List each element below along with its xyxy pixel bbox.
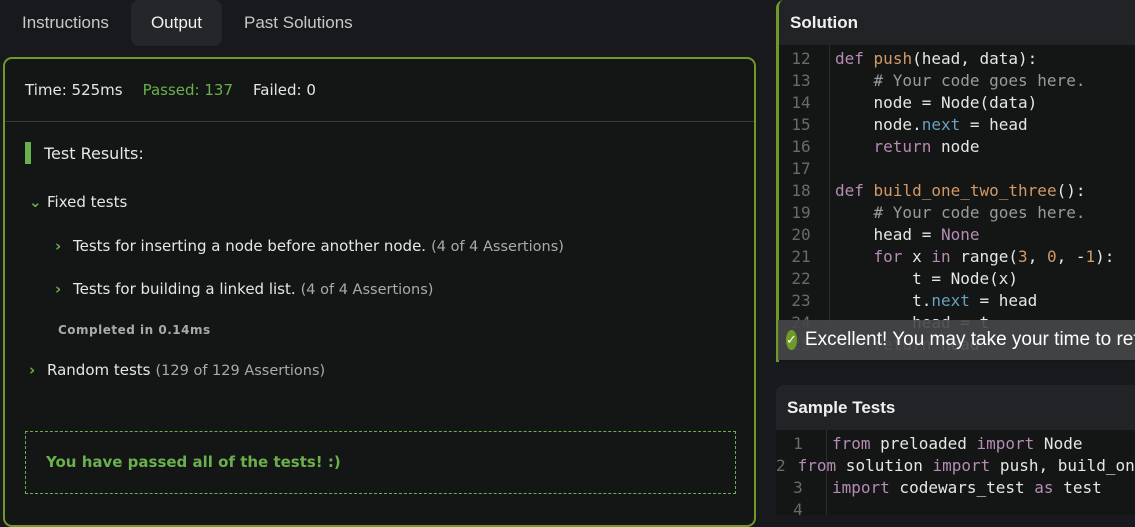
line-number: 20 [791, 225, 811, 244]
line-number: 4 [793, 500, 803, 515]
sample-tests-panel: Sample Tests 1 from preloaded import Node… [776, 385, 1135, 515]
code-text: head = None [835, 225, 980, 244]
assertion-count: (4 of 4 Assertions) [431, 239, 564, 255]
failed-stat: Failed: 0 [253, 81, 316, 99]
random-tests-group[interactable]: › Random tests (129 of 129 Assertions) [29, 361, 325, 379]
success-toast: ✓ Excellent! You may take your time to r… [778, 320, 1135, 360]
chevron-down-icon: ⌄ [29, 193, 42, 211]
fixed-tests-group[interactable]: ⌄ Fixed tests [29, 193, 127, 211]
passed-stat: Passed: 137 [142, 81, 233, 99]
sample-tests-editor[interactable]: 1 from preloaded import Node 2 from solutio… [776, 430, 1135, 515]
code-text: for x in range(3, 0, -1): [873, 247, 1115, 266]
code-text: node = Node(data) [835, 93, 1038, 112]
tab-output[interactable]: Output [130, 0, 222, 46]
line-number: 22 [791, 269, 811, 288]
solution-title: Solution [779, 0, 1135, 45]
stats-bar: Time: 525ms Passed: 137 Failed: 0 [5, 59, 754, 122]
code-line: 12 def push(head, data): [779, 48, 1135, 70]
assertion-count: (4 of 4 Assertions) [300, 282, 434, 298]
code-line: 14 node = Node(data) [779, 92, 1135, 114]
sample-tests-title: Sample Tests [776, 385, 1135, 430]
chevron-right-icon: › [55, 237, 62, 255]
code-text: return node [873, 137, 980, 156]
random-tests-label: Random tests [47, 361, 151, 379]
code-line: 2 from solution import push, build_one_tw… [776, 455, 1135, 477]
line-number: 18 [791, 181, 811, 200]
line-number: 13 [791, 71, 811, 90]
assertion-count: (129 of 129 Assertions) [155, 363, 326, 379]
code-text: def build_one_two_three(): [835, 181, 1086, 200]
results-marker [25, 142, 31, 164]
code-line: 13 # Your code goes here. [779, 70, 1135, 92]
completed-time: Completed in 0.14ms [58, 323, 211, 337]
tab-bar: Instructions Output Past Solutions [0, 0, 373, 46]
line-number: 17 [791, 159, 811, 178]
results-title: Test Results: [44, 143, 144, 163]
code-text: node.next = head [835, 115, 1028, 134]
chevron-right-icon: › [55, 280, 62, 298]
chevron-right-icon: › [29, 361, 36, 379]
code-text: from preloaded import Node [832, 434, 1083, 453]
code-text: from solution import push, build_one_two… [797, 456, 1135, 475]
line-number: 19 [791, 203, 811, 222]
code-line: 20 head = None [779, 224, 1135, 246]
line-number: 1 [793, 434, 803, 453]
all-passed-message: You have passed all of the tests! :) [25, 431, 736, 494]
code-line: 17 [779, 158, 1135, 180]
code-line: 16 return node [779, 136, 1135, 158]
toast-text: Excellent! You may take your time to ref… [804, 329, 1135, 350]
line-number: 15 [791, 115, 811, 134]
fixed-tests-label: Fixed tests [47, 193, 128, 211]
code-text: # Your code goes here. [873, 71, 1086, 90]
test-item[interactable]: › Tests for building a linked list. (4 of … [55, 280, 433, 298]
code-line: 4 [776, 499, 1135, 515]
code-text: # Your code goes here. [873, 203, 1086, 222]
line-number: 23 [791, 291, 811, 310]
code-line: 22 t = Node(x) [779, 268, 1135, 290]
code-line: 1 from preloaded import Node [776, 433, 1135, 455]
tab-instructions[interactable]: Instructions [2, 0, 129, 46]
code-line: 21 for x in range(3, 0, -1): [779, 246, 1135, 268]
line-number: 21 [791, 247, 811, 266]
check-circle-icon: ✓ [786, 330, 797, 350]
line-number: 16 [791, 137, 811, 156]
code-line: 15 node.next = head [779, 114, 1135, 136]
code-line: 23 t.next = head [779, 290, 1135, 312]
code-line: 19 # Your code goes here. [779, 202, 1135, 224]
solution-panel: Solution 12 def push(head, data): 13 # You… [776, 0, 1135, 362]
solution-editor[interactable]: 12 def push(head, data): 13 # Your code go… [779, 45, 1135, 356]
output-panel: Time: 525ms Passed: 137 Failed: 0 Test R… [3, 57, 756, 527]
tab-past-solutions[interactable]: Past Solutions [224, 0, 373, 46]
line-number: 14 [791, 93, 811, 112]
test-results: Test Results: [5, 122, 754, 184]
code-text: import codewars_test as test [832, 478, 1102, 497]
test-label: Tests for inserting a node before anothe… [73, 237, 427, 255]
code-text: t = Node(x) [835, 269, 1019, 288]
code-text: def push(head, data): [835, 49, 1038, 68]
code-text: t.next = head [835, 291, 1038, 310]
test-label: Tests for building a linked list. [73, 280, 296, 298]
line-number: 2 [776, 456, 786, 475]
line-number: 3 [793, 478, 803, 497]
code-line: 3 import codewars_test as test [776, 477, 1135, 499]
time-stat: Time: 525ms [25, 81, 123, 99]
test-item[interactable]: › Tests for inserting a node before anoth… [55, 237, 564, 255]
code-line: 18 def build_one_two_three(): [779, 180, 1135, 202]
line-number: 12 [791, 49, 811, 68]
